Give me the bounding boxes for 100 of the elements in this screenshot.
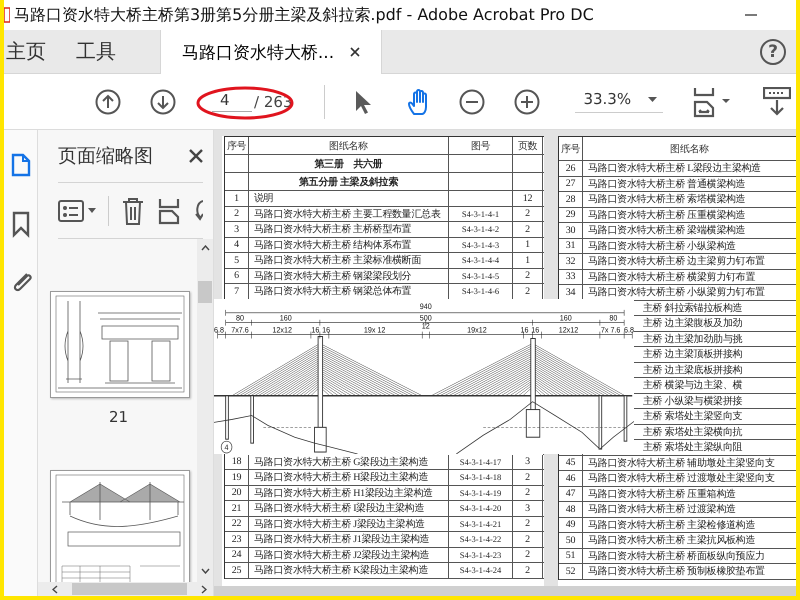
table-cell: 33 [559, 270, 583, 284]
table-cell: 马路口资水特大桥主桥 压重箱构造 [583, 486, 796, 501]
chevron-left-icon[interactable] [52, 584, 58, 594]
close-icon[interactable] [189, 149, 203, 163]
table-cell: S4-3-1-4-23 [449, 548, 513, 562]
page-number-label: 21 [108, 408, 128, 426]
table-cell: 马路口资水特大桥主桥 边主梁剪力钉布置 [583, 254, 796, 268]
table-cell: S4-3-1-4-1 [449, 206, 513, 221]
table-cell: 马路口资水特大桥主桥 小纵梁构造 [583, 238, 796, 253]
table-cell: S4-3-1-4-2 [449, 222, 513, 236]
zoom-out-icon[interactable] [459, 88, 486, 114]
table-cell: 19 [225, 470, 249, 484]
horizontal-scrollbar[interactable] [38, 582, 213, 596]
table-cell: 马路口资水特大桥主桥 过渡梁构造 [583, 502, 796, 516]
table-cell: 1 [225, 191, 249, 206]
table-cell: 马路口资水特大桥主桥 桥面板纵向预应力 [583, 548, 796, 563]
table-cell: 45 [559, 456, 583, 470]
previous-page-icon[interactable] [95, 88, 121, 114]
chevron-right-icon[interactable] [201, 584, 207, 594]
table-cell: S4-3-1-4-3 [449, 238, 513, 252]
page-thumbnail[interactable] [50, 470, 190, 582]
table-cell: S4-3-1-4-18 [449, 470, 513, 484]
chevron-down-icon[interactable] [200, 568, 210, 574]
table-cell: 2 [513, 486, 543, 500]
vertical-scrollbar[interactable] [197, 239, 213, 582]
document-tab-label[interactable]: 马路口资水特大桥... [182, 40, 334, 64]
table-cell: 21 [225, 501, 249, 516]
window-title: 马路口资水特大桥主桥第3册第5分册主梁及斜拉索.pdf - Adobe Acrobat Pro DC [14, 4, 594, 26]
help-button[interactable]: ? [760, 38, 786, 64]
table-cell: 12 [513, 191, 543, 206]
table-cell: 马路口资水特大桥主桥 主梁抗风板构造 [583, 533, 796, 548]
dimension-label: 16 [311, 324, 320, 334]
table-cell: 31 [559, 238, 583, 253]
dimension-label: 80 [236, 312, 244, 322]
table-cell: 马路口资水特大桥主桥 预制板橡胶垫布置 [583, 564, 796, 578]
table-cell: 29 [559, 208, 583, 222]
table-cell: 第五分册 主梁及斜拉索 [249, 173, 449, 190]
table-cell: 马路口资水特大桥主桥 L梁段边主梁构造 [583, 161, 796, 176]
table-cell: 马路口资水特大桥主桥 J2梁段边主梁构造 [249, 548, 449, 562]
table-cell: 2 [513, 268, 543, 283]
keyboard-arrow-icon[interactable] [763, 86, 792, 116]
scrollbar-thumb[interactable] [198, 281, 212, 303]
table-cell: 52 [559, 564, 583, 578]
table-cell: S4-3-1-4-5 [449, 268, 513, 283]
table-cell: 20 [225, 486, 249, 500]
table-cell: 马路口资水特大桥主桥 钢梁梁段划分 [249, 268, 449, 283]
table-cell: 马路口资水特大桥主桥 主桥桥型布置 [249, 222, 449, 236]
document-tab[interactable]: 马路口资水特大桥... [160, 30, 382, 74]
nav-tab[interactable]: 工具 [74, 30, 130, 73]
trash-icon[interactable] [121, 196, 145, 224]
page-extract-icon[interactable] [157, 196, 181, 224]
nav-tab[interactable]: 主页 [4, 30, 60, 73]
dimension-label: 19x12 [467, 324, 487, 334]
table-cell: S4-3-1-4-21 [449, 516, 513, 531]
zoom-dropdown[interactable]: 33.3% [575, 90, 664, 113]
close-icon[interactable] [350, 47, 360, 57]
column-header: 序号 [225, 137, 249, 154]
table-cell: 马路口资水特大桥主桥 索塔横梁构造 [583, 192, 796, 206]
table-cell: S4-3-1-4-22 [449, 532, 513, 546]
table-cell: 27 [559, 176, 583, 191]
dimension-label: 12x12 [558, 324, 578, 334]
table-cell: 48 [559, 502, 583, 516]
table-cell: 22 [225, 516, 249, 531]
list-options-icon[interactable] [58, 200, 84, 222]
table-cell: 马路口资水特大桥主桥 结构体系布置 [249, 238, 449, 252]
table-cell: 马路口资水特大桥主桥 H1梁段边主梁构造 [249, 486, 449, 500]
table-cell: S4-3-1-4-24 [449, 563, 513, 578]
table-cell: 30 [559, 223, 583, 238]
table-cell: 1 [513, 238, 543, 252]
table-cell: S4-3-1-4-4 [449, 253, 513, 268]
table-cell: 马路口资水特大桥主桥 梁端横梁构造 [583, 223, 796, 238]
table-cell: 马路口资水特大桥主桥 普通横梁构造 [583, 176, 796, 191]
table-cell: 47 [559, 486, 583, 501]
table-cell: S4-3-1-4-20 [449, 501, 513, 516]
table-cell: 50 [559, 533, 583, 548]
dimension-label: 160 [280, 312, 292, 322]
column-header: 页数 [513, 137, 543, 154]
table-cell: 第三册 共六册 [249, 155, 449, 172]
table-cell: 3 [225, 222, 249, 236]
page-number-field[interactable]: 4 [212, 91, 252, 112]
table-cell: 马路口资水特大桥主桥 主梁检修道构造 [583, 518, 796, 532]
table-cell: 26 [559, 161, 583, 176]
table-cell: 马路口资水特大桥主桥 过渡墩处主梁竖向支 [583, 471, 796, 486]
zoom-in-icon[interactable] [514, 88, 540, 114]
caret-icon[interactable] [648, 96, 658, 102]
table-cell: 6 [225, 268, 249, 283]
dimension-label: 12 [422, 320, 430, 330]
next-page-icon[interactable] [150, 88, 176, 114]
table-cell: 2 [513, 548, 543, 562]
page-thumbnail[interactable] [50, 291, 190, 398]
table-cell: 51 [559, 548, 583, 563]
table-cell: 46 [559, 471, 583, 486]
chevron-up-icon[interactable] [200, 245, 210, 251]
table-cell: 马路口资水特大桥主桥 横梁剪力钉布置 [583, 270, 796, 284]
table-cell: S4-3-1-4-19 [449, 486, 513, 500]
dimension-label: 160 [560, 312, 572, 322]
panel-title: 页面缩略图 [58, 144, 153, 169]
scrollbar-thumb[interactable] [72, 583, 187, 595]
options-button[interactable] [58, 200, 96, 222]
caret-icon[interactable] [88, 208, 96, 213]
